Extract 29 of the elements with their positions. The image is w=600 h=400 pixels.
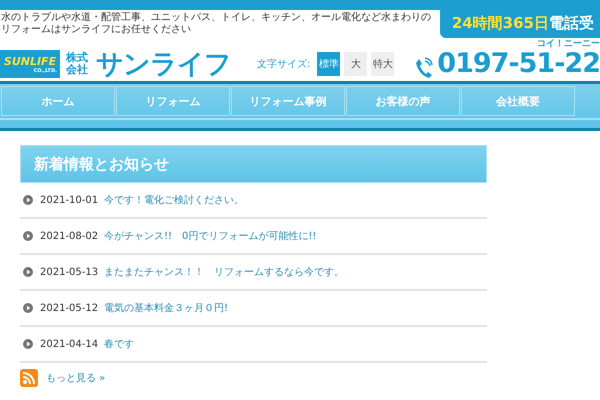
company-name: サンライフ <box>96 48 231 82</box>
news-date: 2021-08-02 <box>40 230 100 242</box>
news-link[interactable]: 今がチャンス!! 0円でリフォームが可能性に!! <box>104 229 316 243</box>
news-link[interactable]: 電気の基本料金３ヶ月０円! <box>104 301 228 315</box>
tagline: 水のトラブルや水道・配管工事、ユニットバス、トイレ、キッチン、オール電化など水まわりのリフォームはサンライフにお任せください <box>0 10 431 36</box>
news-date: 2021-05-12 <box>40 302 100 314</box>
play-icon <box>23 339 33 349</box>
play-icon <box>23 303 33 313</box>
font-size-button[interactable]: 標準 <box>317 52 340 76</box>
news-date: 2021-10-01 <box>40 194 100 206</box>
news-link[interactable]: またまたチャンス！！ リフォームするなら今です。 <box>104 265 344 279</box>
company-type: 株式会社 <box>66 52 89 76</box>
font-size-label: 文字サイズ: <box>257 58 310 71</box>
play-icon <box>23 267 33 277</box>
font-size-button[interactable]: 大 <box>344 52 368 76</box>
news-link[interactable]: 春です <box>104 337 134 351</box>
more-link[interactable]: もっと見る » <box>46 371 106 385</box>
rss-icon <box>20 369 38 387</box>
news-link[interactable]: 今です！電化ご検討ください。 <box>104 193 244 207</box>
font-size-button[interactable]: 特大 <box>371 52 394 76</box>
hours-badge: 24時間365日電話受 <box>440 10 600 38</box>
play-icon <box>23 195 33 205</box>
news-date: 2021-04-14 <box>40 338 100 350</box>
phone-reading: コイ！ニーニー <box>537 38 600 50</box>
phone-number: 0197-51-22 <box>437 48 600 79</box>
section-title: 新着情報とお知らせ <box>20 145 487 183</box>
play-icon <box>23 231 33 241</box>
news-date: 2021-05-13 <box>40 266 100 278</box>
phone-icon <box>415 57 434 79</box>
